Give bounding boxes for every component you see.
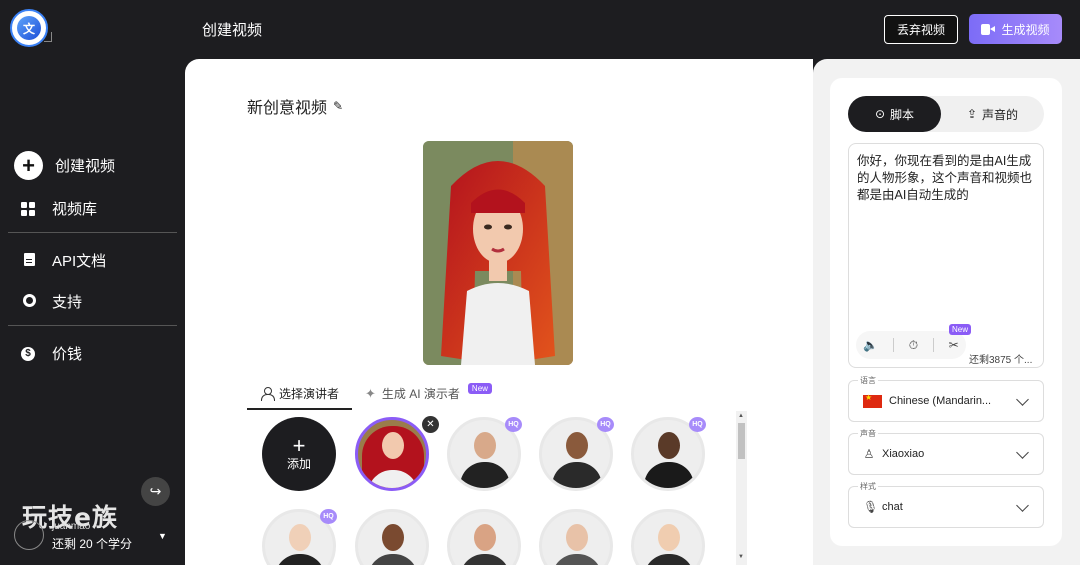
tab-label: 声音的 (982, 107, 1019, 122)
language-label: 语言 (858, 375, 878, 386)
microphone-icon: 🎙 (863, 500, 879, 514)
script-toolbar: 🔈 ⏱ ✂ (856, 331, 966, 359)
presenter-grid-scrollbar[interactable]: ▲ ▼ (736, 411, 747, 565)
logo-decoration (44, 32, 52, 42)
generate-video-button[interactable]: 生成视频 (969, 14, 1062, 44)
avatar-preview-image (423, 141, 573, 365)
language-value: Chinese (Mandarin... (889, 395, 992, 407)
voice-person-icon: ♙ (863, 447, 875, 461)
presenter-avatar[interactable] (355, 509, 429, 565)
voice-select[interactable]: ♙ Xiaoxiao (848, 433, 1044, 475)
chevron-down-icon (1016, 393, 1029, 406)
sparkle-icon: ✦ (365, 385, 376, 401)
grid-icon (21, 201, 38, 216)
sidebar-divider (8, 325, 177, 326)
sidebar-item-api-docs[interactable]: API文档 (14, 250, 106, 271)
plus-circle-icon: + (14, 151, 43, 180)
china-flag-icon (863, 393, 882, 408)
user-credits: 还剩 20 个学分 (52, 537, 133, 551)
tab-label: 生成 AI 演示者 (381, 387, 460, 401)
sidebar-item-create-video[interactable]: + 创建视频 (14, 151, 115, 180)
toolbar-divider (932, 338, 934, 352)
style-select[interactable]: 🎙 chat (848, 486, 1044, 528)
lifebuoy-icon (21, 293, 38, 310)
presenter-grid: + 添加 ✕ HQ HQ HQ HQ (247, 411, 747, 565)
hq-badge: HQ (320, 509, 337, 524)
discard-video-button[interactable]: 丢弃视频 (884, 15, 958, 44)
script-textarea[interactable]: 你好，你现在看到的是由AI生成的人物形象，这个声音和视频也都是由AI自动生成的 … (848, 143, 1044, 368)
dollar-icon: $ (21, 346, 38, 361)
sidebar-divider (8, 232, 177, 233)
upload-icon: ⇪ (966, 107, 978, 121)
presenter-avatar-selected[interactable] (355, 417, 429, 491)
top-bar: 文 创建视频 丢弃视频 生成视频 (0, 0, 1080, 59)
plus-icon: + (292, 432, 306, 458)
active-tab-indicator (247, 408, 352, 410)
sidebar-item-label: 视频库 (52, 201, 98, 218)
add-label: 添加 (286, 456, 311, 471)
translate-logo-icon: 文 (17, 16, 41, 40)
script-icon: ⊙ (874, 107, 886, 121)
sidebar-item-label: 价钱 (52, 346, 83, 363)
voice-value: Xiaoxiao (882, 448, 925, 460)
sidebar-item-label: 创建视频 (55, 158, 116, 175)
presenter-avatar[interactable] (539, 509, 613, 565)
add-presenter-button[interactable]: + 添加 (262, 417, 336, 491)
sidebar-item-pricing[interactable]: $ 价钱 (14, 343, 82, 364)
sidebar-item-label: API文档 (52, 253, 107, 270)
scroll-up-arrow-icon[interactable]: ▲ (738, 413, 744, 419)
magic-wand-icon[interactable]: ✂ (949, 338, 959, 352)
video-title[interactable]: 新创意视频 ✎ (247, 94, 343, 118)
video-camera-icon (981, 23, 996, 35)
share-icon[interactable]: ↪ (141, 477, 170, 506)
timer-icon[interactable]: ⏱ (909, 338, 918, 353)
character-count: 还剩3875 个... (969, 355, 1033, 366)
presenter-avatar[interactable] (631, 509, 705, 565)
voice-label: 声音 (858, 428, 878, 439)
user-avatar[interactable] (14, 520, 44, 550)
main-editor: 新创意视频 ✎ 选择演讲者 ✦ 生成 AI 演示者 New + 添加 ✕ HQ … (185, 59, 813, 565)
caret-down-icon[interactable]: ▼ (158, 531, 167, 541)
app-logo[interactable]: 文 (10, 9, 48, 47)
document-icon (21, 252, 38, 269)
remove-presenter-icon[interactable]: ✕ (422, 416, 439, 433)
tab-label: 脚本 (890, 107, 915, 122)
script-text[interactable]: 你好，你现在看到的是由AI生成的人物形象，这个声音和视频也都是由AI自动生成的 (857, 153, 1037, 204)
presenter-tabs: 选择演讲者 ✦ 生成 AI 演示者 New (247, 379, 547, 410)
tab-script[interactable]: ⊙ 脚本 (848, 96, 941, 132)
hq-badge: HQ (689, 417, 706, 432)
tab-audio[interactable]: ⇪ 声音的 (941, 96, 1044, 132)
pencil-icon[interactable]: ✎ (333, 99, 343, 113)
sidebar-item-support[interactable]: 支持 (14, 291, 82, 312)
sidebar-item-video-library[interactable]: 视频库 (14, 198, 97, 219)
sidebar-item-label: 支持 (52, 294, 83, 311)
new-badge: New (949, 324, 972, 335)
scrollbar-thumb[interactable] (738, 423, 745, 459)
language-select[interactable]: Chinese (Mandarin... (848, 380, 1044, 422)
script-voice-toggle: ⊙ 脚本 ⇪ 声音的 (848, 96, 1044, 132)
presenter-avatar[interactable] (447, 509, 521, 565)
chevron-down-icon (1016, 446, 1029, 459)
generate-video-label: 生成视频 (1001, 22, 1050, 37)
style-label: 样式 (858, 481, 878, 492)
tab-generate-ai-presenter[interactable]: ✦ 生成 AI 演示者 New (365, 383, 492, 402)
video-title-text: 新创意视频 (247, 100, 328, 117)
presenter-portrait (423, 141, 573, 365)
page-title: 创建视频 (202, 22, 263, 39)
toolbar-divider (893, 338, 895, 352)
tab-select-presenter[interactable]: 选择演讲者 (261, 385, 339, 402)
chevron-down-icon (1016, 499, 1029, 512)
user-name: juanmao (52, 521, 91, 532)
style-value: chat (882, 501, 903, 513)
hq-badge: HQ (505, 417, 522, 432)
new-badge: New (467, 383, 492, 394)
hq-badge: HQ (597, 417, 614, 432)
scroll-down-arrow-icon[interactable]: ▼ (738, 554, 744, 560)
person-icon (261, 387, 275, 401)
speaker-icon[interactable]: 🔈 (863, 338, 878, 352)
script-panel: ⊙ 脚本 ⇪ 声音的 你好，你现在看到的是由AI生成的人物形象，这个声音和视频也… (830, 78, 1062, 546)
tab-label: 选择演讲者 (279, 387, 340, 401)
